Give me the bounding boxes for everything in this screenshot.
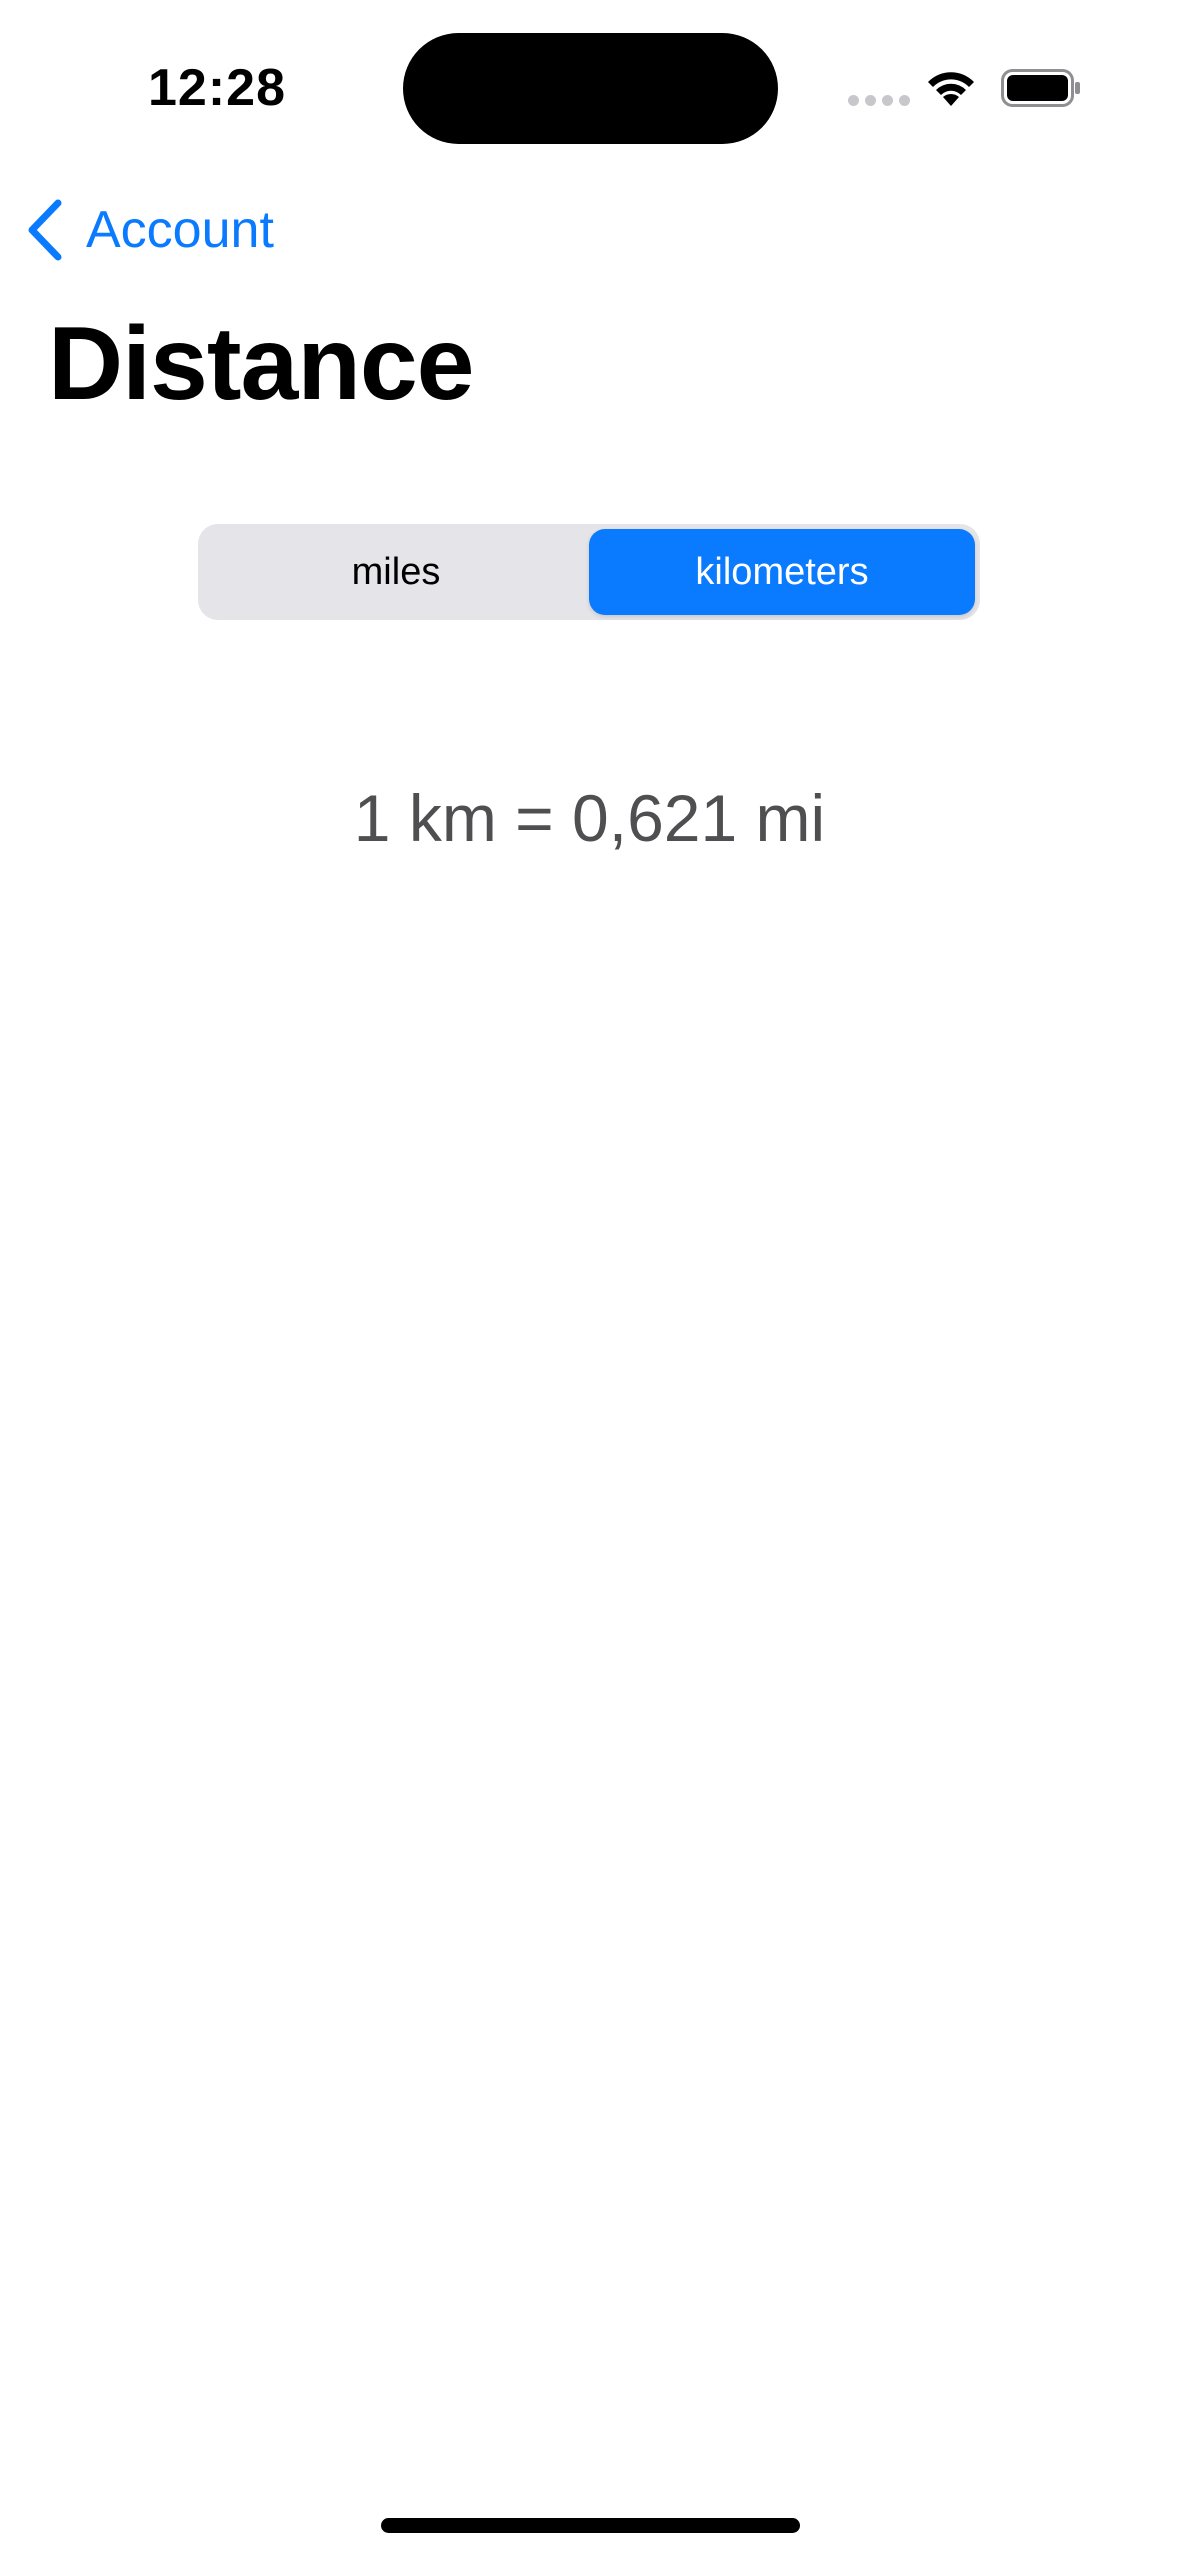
dynamic-island	[403, 33, 778, 144]
battery-icon	[1001, 69, 1080, 107]
back-button-label: Account	[86, 201, 274, 259]
status-time: 12:28	[148, 59, 286, 117]
cellular-signal-icon	[848, 95, 910, 106]
wifi-icon	[928, 72, 974, 106]
distance-unit-segmented-control: miles kilometers	[198, 524, 980, 620]
page-title: Distance	[48, 306, 475, 422]
segment-miles[interactable]: miles	[203, 529, 589, 615]
conversion-text: 1 km = 0,621 mi	[353, 781, 826, 855]
chevron-left-icon	[28, 199, 62, 261]
back-button[interactable]: Account	[24, 195, 274, 265]
home-indicator[interactable]	[381, 2518, 800, 2533]
segment-kilometers[interactable]: kilometers	[589, 529, 975, 615]
